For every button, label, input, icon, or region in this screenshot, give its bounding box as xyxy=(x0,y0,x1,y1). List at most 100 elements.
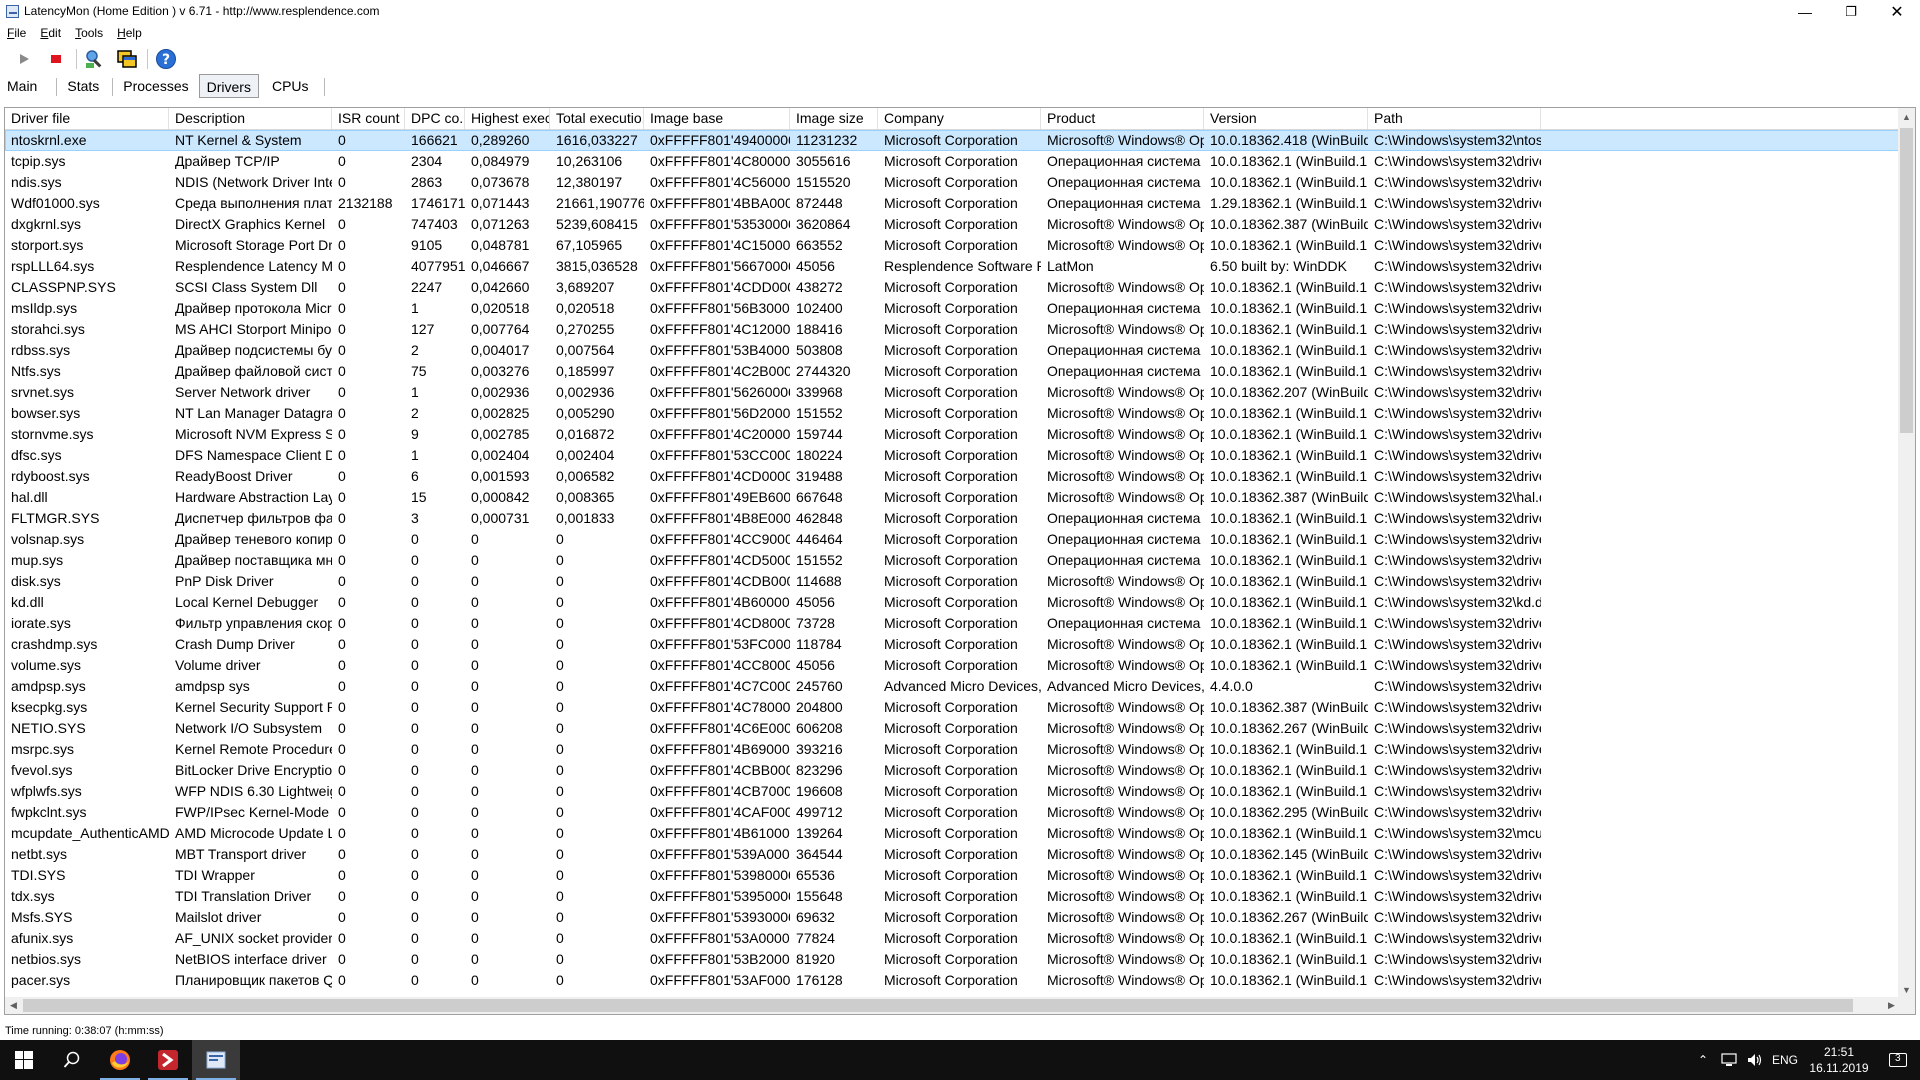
taskbar-latencymon-window[interactable] xyxy=(192,1040,240,1080)
cell-image-size: 319488 xyxy=(796,468,843,484)
start-button[interactable] xyxy=(0,1040,48,1080)
table-row[interactable]: dxgkrnl.sys DirectX Graphics Kernel 0 74740… xyxy=(5,214,1900,235)
table-row[interactable]: bowser.sys NT Lan Manager Datagram ... 0 2 0… xyxy=(5,403,1900,424)
menu-tools[interactable]: Tools xyxy=(68,24,110,42)
table-row[interactable]: FLTMGR.SYS Диспетчер фильтров фай... 0 3 0,0… xyxy=(5,508,1900,529)
table-row[interactable]: rdbss.sys Драйвер подсистемы буф... 0 2 0,00… xyxy=(5,340,1900,361)
scan-button[interactable] xyxy=(82,47,108,71)
column-header-highest-execution[interactable]: Highest exec... xyxy=(465,108,550,129)
table-row[interactable]: netbt.sys MBT Transport driver 0 0 0 0 0xFFFFF… xyxy=(5,844,1900,865)
table-row[interactable]: rdyboost.sys ReadyBoost Driver 0 6 0,001593 0… xyxy=(5,466,1900,487)
column-header-dpc-count[interactable]: DPC co... xyxy=(405,108,465,129)
table-row[interactable]: afunix.sys AF_UNIX socket provider 0 0 0 0 0xF… xyxy=(5,928,1900,949)
table-row[interactable]: wfplwfs.sys WFP NDIS 6.30 Lightweight ...… xyxy=(5,781,1900,802)
tab-drivers[interactable]: Drivers xyxy=(198,74,259,98)
search-button[interactable] xyxy=(48,1040,96,1080)
table-row[interactable]: kd.dll Local Kernel Debugger 0 0 0 0 0xFFFFF80… xyxy=(5,592,1900,613)
table-row[interactable]: mcupdate_AuthenticAMD.dll AMD Microcode U… xyxy=(5,823,1900,844)
maximize-button[interactable]: ❐ xyxy=(1828,0,1874,24)
drivers-table[interactable]: Driver file Description ISR count DPC co...… xyxy=(4,107,1916,1015)
table-row[interactable]: fwpkclnt.sys FWP/IPsec Kernel-Mode API 0 0 0… xyxy=(5,802,1900,823)
table-row[interactable]: CLASSPNP.SYS SCSI Class System Dll 0 2247 0,… xyxy=(5,277,1900,298)
taskbar-latencymon[interactable] xyxy=(144,1040,192,1080)
tab-main[interactable]: Main xyxy=(0,74,58,98)
table-row[interactable]: stornvme.sys Microsoft NVM Express Stor..… xyxy=(5,424,1900,445)
vertical-scrollbar[interactable]: ▲ ▼ xyxy=(1898,108,1915,998)
stop-button[interactable] xyxy=(43,47,69,71)
tab-cpus[interactable]: CPUs xyxy=(259,74,325,98)
table-row[interactable]: tcpip.sys Драйвер TCP/IP 0 2304 0,084979 10,2… xyxy=(5,151,1900,172)
table-row[interactable]: msIldp.sysДрайвер протокола Micros...010… xyxy=(5,298,1900,319)
column-header-product[interactable]: Product xyxy=(1041,108,1204,129)
table-row[interactable]: Ntfs.sys Драйвер файловой систем... 0 75 0,0… xyxy=(5,361,1900,382)
start-button[interactable] xyxy=(11,47,37,71)
table-row[interactable]: mup.sys Драйвер поставщика мно... 0 0 0 0 0xFF… xyxy=(5,550,1900,571)
column-header-path[interactable]: Path xyxy=(1368,108,1541,129)
notification-center-button[interactable]: 3 xyxy=(1876,1040,1920,1080)
table-row[interactable]: fvevol.sys BitLocker Drive Encryption ...… xyxy=(5,760,1900,781)
table-row[interactable]: amdpsp.sys amdpsp sys 0 0 0 0 0xFFFFF801'4C7C0… xyxy=(5,676,1900,697)
table-row[interactable]: msrpc.sys Kernel Remote Procedure C... 0 0 0… xyxy=(5,739,1900,760)
tray-network[interactable] xyxy=(1716,1040,1742,1080)
close-button[interactable]: ✕ xyxy=(1874,0,1920,24)
cell-description: Crash Dump Driver xyxy=(175,636,295,652)
cell-dpc-count: 747403 xyxy=(411,216,458,232)
table-row[interactable]: disk.sys PnP Disk Driver 0 0 0 0 0xFFFFF801'4C… xyxy=(5,571,1900,592)
cell-description: ReadyBoost Driver xyxy=(175,468,293,484)
table-row[interactable]: NETIO.SYS Network I/O Subsystem 0 0 0 0 0xFFFF… xyxy=(5,718,1900,739)
tab-stats[interactable]: Stats xyxy=(57,74,114,98)
tray-clock[interactable]: 21:51 16.11.2019 xyxy=(1804,1044,1874,1076)
table-row[interactable]: srvnet.sys Server Network driver 0 1 0,00293… xyxy=(5,382,1900,403)
column-header-driver-file[interactable]: Driver file xyxy=(5,108,169,129)
horizontal-scroll-thumb[interactable] xyxy=(23,999,1853,1012)
table-row[interactable]: Wdf01000.sys Среда выполнения платф... 213… xyxy=(5,193,1900,214)
cell-company: Microsoft Corporation xyxy=(884,237,1018,253)
scroll-down-arrow-icon[interactable]: ▼ xyxy=(1898,981,1915,998)
tray-overflow-button[interactable]: ⌃ xyxy=(1690,1040,1716,1080)
menu-help[interactable]: Help xyxy=(110,24,149,42)
minimize-button[interactable]: — xyxy=(1782,0,1828,24)
taskbar-firefox[interactable] xyxy=(96,1040,144,1080)
tray-language[interactable]: ENG xyxy=(1768,1040,1802,1080)
table-row[interactable]: Msfs.SYS Mailslot driver 0 0 0 0 0xFFFFF801'53… xyxy=(5,907,1900,928)
table-row[interactable]: iorate.sys Фильтр управления скоро... 0 0 0 0… xyxy=(5,613,1900,634)
menu-file[interactable]: File xyxy=(0,24,33,42)
table-row[interactable]: TDI.SYS TDI Wrapper 0 0 0 0 0xFFFFF801'5398000… xyxy=(5,865,1900,886)
column-header-image-size[interactable]: Image size xyxy=(790,108,878,129)
cell-total-execution: 0 xyxy=(556,825,564,841)
table-row[interactable]: pacer.sys Планировщик пакетов QoS 0 0 0 0 0xFF… xyxy=(5,970,1900,991)
windows-button[interactable] xyxy=(114,47,140,71)
table-row[interactable]: dfsc.sys DFS Namespace Client Driver 0 1 0,0… xyxy=(5,445,1900,466)
cell-path: C:\Windows\system32\drivers\msf... xyxy=(1374,909,1541,925)
table-row[interactable]: storport.sys Microsoft Storage Port Drive… xyxy=(5,235,1900,256)
tray-volume[interactable] xyxy=(1742,1040,1768,1080)
cell-version: 4.4.0.0 xyxy=(1210,678,1253,694)
table-row[interactable]: volsnap.sys Драйвер теневого копиро... 0 0 0… xyxy=(5,529,1900,550)
column-header-description[interactable]: Description xyxy=(169,108,332,129)
table-row[interactable]: ksecpkg.sys Kernel Security Support Pro..… xyxy=(5,697,1900,718)
column-header-version[interactable]: Version xyxy=(1204,108,1368,129)
table-row[interactable]: rspLLL64.sys Resplendence Latency Monit..… xyxy=(5,256,1900,277)
column-header-image-base[interactable]: Image base xyxy=(644,108,790,129)
cell-highest-execution: 0 xyxy=(471,615,479,631)
help-button[interactable]: ? xyxy=(153,47,179,71)
table-row[interactable]: volume.sys Volume driver 0 0 0 0 0xFFFFF801'4C… xyxy=(5,655,1900,676)
horizontal-scrollbar[interactable]: ◀ ▶ xyxy=(5,997,1900,1014)
table-row[interactable]: netbios.sys NetBIOS interface driver 0 0 0 0 0… xyxy=(5,949,1900,970)
scroll-up-arrow-icon[interactable]: ▲ xyxy=(1898,108,1915,125)
vertical-scroll-thumb[interactable] xyxy=(1900,128,1913,433)
table-row[interactable]: ntoskrnl.exe NT Kernel & System 0 166621 0,2… xyxy=(5,130,1900,151)
cell-company: Microsoft Corporation xyxy=(884,510,1018,526)
menu-edit[interactable]: Edit xyxy=(33,24,68,42)
column-header-company[interactable]: Company xyxy=(878,108,1041,129)
scroll-left-arrow-icon[interactable]: ◀ xyxy=(5,997,22,1014)
table-row[interactable]: hal.dll Hardware Abstraction Layer ... 0 15… xyxy=(5,487,1900,508)
table-row[interactable]: storahci.sys MS AHCI Storport Miniport D.… xyxy=(5,319,1900,340)
table-row[interactable]: crashdmp.sys Crash Dump Driver 0 0 0 0 0xFFFFF… xyxy=(5,634,1900,655)
column-header-isr-count[interactable]: ISR count xyxy=(332,108,405,129)
cell-description: AF_UNIX socket provider xyxy=(175,930,332,946)
tab-processes[interactable]: Processes xyxy=(113,74,198,98)
column-header-total-execution[interactable]: Total executio... xyxy=(550,108,644,129)
table-row[interactable]: ndis.sys NDIS (Network Driver Interf... 0 2… xyxy=(5,172,1900,193)
table-row[interactable]: tdx.sys TDI Translation Driver 0 0 0 0 0xFFFFF… xyxy=(5,886,1900,907)
